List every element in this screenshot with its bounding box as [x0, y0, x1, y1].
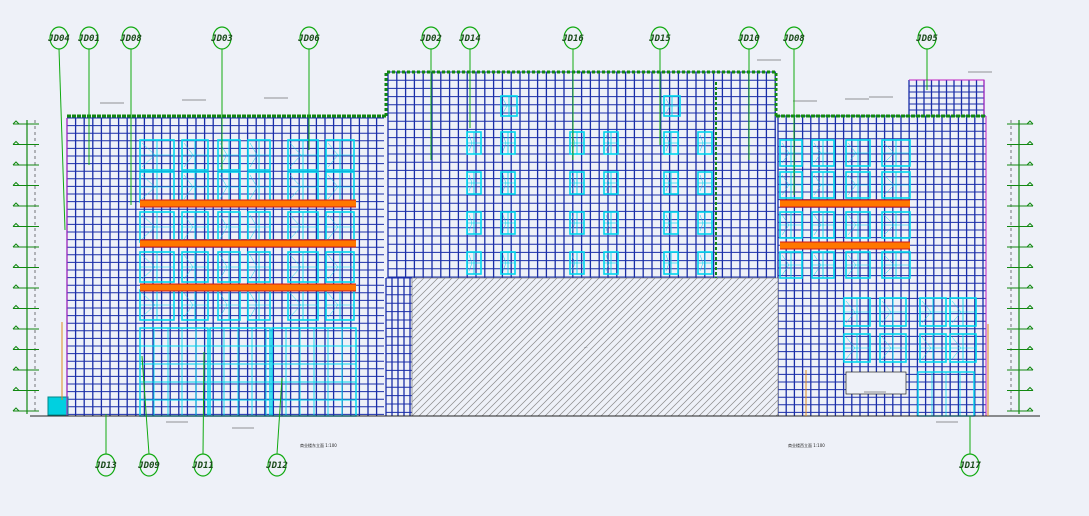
tag-label: JD16 [561, 34, 584, 44]
cad-elevation-drawing: —— JD04 JD01 JD08 JD03 JD06 JD02 JD14 JD16 JD15 J… [0, 0, 1089, 516]
tag-label: JD05 [915, 34, 938, 44]
floor-band [140, 240, 356, 247]
tag-label: JD02 [419, 34, 442, 44]
tag-label: JD06 [297, 34, 320, 44]
tag-label: JD11 [191, 461, 214, 471]
tag-label: JD04 [47, 34, 70, 44]
floor-band [140, 200, 356, 207]
signboard [845, 371, 907, 395]
tag-label: JD09 [137, 461, 160, 471]
floor-band [780, 242, 910, 249]
tag-label: JD08 [119, 34, 142, 44]
tag-label: JD17 [958, 461, 981, 471]
corner-box [47, 396, 69, 416]
tag-label: JD14 [458, 34, 481, 44]
tag-label: JD13 [94, 461, 117, 471]
elevation-canvas: —— JD04 JD01 JD08 JD03 JD06 JD02 JD14 JD16 JD15 J… [0, 0, 1089, 516]
floor-band [140, 284, 356, 291]
tag-label: JD10 [737, 34, 760, 44]
tag-label: JD12 [265, 461, 288, 471]
tag-label: JD15 [648, 34, 671, 44]
tag-label: JD08 [782, 34, 805, 44]
tag-label: JD01 [77, 34, 100, 44]
floor-band [780, 200, 910, 207]
tag-label: JD03 [210, 34, 233, 44]
caption-left: 商业楼东立面 1:100 [300, 442, 337, 448]
caption-right: 商业楼西立面 1:100 [788, 442, 825, 448]
hatch-note: —— [584, 345, 588, 349]
